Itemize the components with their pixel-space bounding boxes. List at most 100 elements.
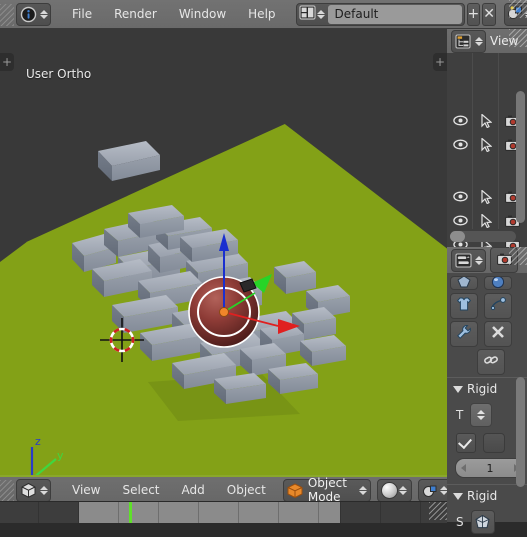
object-cube-icon <box>287 482 303 499</box>
screen-layout-icon <box>298 5 316 23</box>
outliner-menu-view[interactable]: View <box>486 32 522 50</box>
eye-icon[interactable] <box>447 133 473 156</box>
outliner-vertical-scrollbar[interactable] <box>516 91 525 223</box>
add-screen-button[interactable]: + <box>466 2 481 26</box>
eye-icon[interactable] <box>447 209 473 232</box>
blender-window: File Render Window Help Default + ✕ z y … <box>0 0 527 534</box>
properties-tab-link[interactable] <box>477 348 505 375</box>
editor-type-selector-outliner[interactable] <box>451 29 486 53</box>
secondary-toggle[interactable] <box>483 433 505 453</box>
interaction-mode-spinner[interactable] <box>358 482 367 499</box>
render-camera-icon <box>496 253 512 268</box>
cursor-arrow-icon[interactable] <box>473 185 499 208</box>
type-stepper[interactable] <box>470 403 493 427</box>
editor-type-selector-info[interactable] <box>16 2 51 26</box>
outliner-tree[interactable] <box>447 53 527 276</box>
interaction-mode-selector[interactable]: Object Mode <box>282 476 371 504</box>
material-sphere-icon <box>490 277 506 289</box>
viewport-shading-solid-icon <box>380 481 398 499</box>
scene-selector[interactable]: Scene <box>503 2 527 26</box>
info-editor-icon <box>19 6 38 23</box>
viewport-left-panel-tab[interactable]: + <box>0 53 14 71</box>
object-origin-dot <box>219 307 229 317</box>
viewport-shading-selector[interactable] <box>376 478 412 502</box>
panel-header-rigid-body-collision[interactable]: Rigid <box>447 484 527 507</box>
properties-tab-constraint[interactable] <box>483 320 512 347</box>
property-label-type: T <box>456 408 464 422</box>
view-header-corner-grip[interactable] <box>0 476 14 504</box>
decrement-arrow-icon[interactable] <box>461 464 466 472</box>
modifier-wrench-icon <box>456 324 472 343</box>
panel-header-rigid-body[interactable]: Rigid <box>447 377 527 400</box>
properties-tab-material[interactable] <box>483 276 512 290</box>
outliner-row[interactable] <box>447 209 527 232</box>
menu-help[interactable]: Help <box>237 4 286 24</box>
mass-value: 1 <box>486 461 494 475</box>
properties-tab-physics[interactable] <box>450 292 478 319</box>
delete-screen-button[interactable]: ✕ <box>482 2 496 26</box>
timeline-playhead[interactable] <box>129 502 132 523</box>
viewport-right-panel-tab[interactable]: + <box>433 53 447 71</box>
enabled-checkbox[interactable] <box>456 433 476 453</box>
editor-type-spinner[interactable] <box>39 6 48 23</box>
top-menu-bar: File Render Window Help <box>61 4 287 24</box>
particles-icon <box>490 296 506 315</box>
cursor-arrow-icon[interactable] <box>473 133 499 156</box>
link-chain-icon <box>483 352 499 371</box>
properties-editor-type-spinner[interactable] <box>474 252 483 269</box>
screen-layout-spinner[interactable] <box>317 6 326 23</box>
properties-tab-modifier[interactable] <box>450 320 478 347</box>
screen-layout-name[interactable]: Default <box>327 4 462 24</box>
view-editor-type-spinner[interactable] <box>39 482 48 499</box>
eye-icon[interactable] <box>447 109 473 132</box>
editor-type-selector-3dview[interactable] <box>16 478 51 502</box>
header-corner-grip[interactable] <box>0 0 14 28</box>
right-column: View Rigid T 1 Rigid S <box>447 29 527 534</box>
cursor-arrow-icon[interactable] <box>473 109 499 132</box>
3d-view-header: View Select Add Object Object Mode <box>0 475 474 504</box>
viewport-view-label: User Ortho <box>26 67 92 81</box>
outliner-editor[interactable]: View <box>447 29 527 276</box>
collision-shape-mesh-icon[interactable] <box>470 510 495 534</box>
panel-title: Rigid <box>467 489 498 503</box>
object-data-icon <box>456 277 472 289</box>
menu-window[interactable]: Window <box>168 4 237 24</box>
properties-header <box>447 247 527 273</box>
viewport-canvas[interactable]: z y x User Ortho (50) Sphere + + <box>0 29 447 475</box>
properties-tab-strip <box>449 275 519 376</box>
constraint-x-icon <box>490 324 506 343</box>
properties-tab-render[interactable] <box>490 247 518 273</box>
menu-object[interactable]: Object <box>216 480 277 500</box>
outliner-horizontal-scrollbar[interactable] <box>450 231 516 242</box>
3d-viewport[interactable]: z y x User Ortho (50) Sphere + + <box>0 29 447 475</box>
property-row-type: T <box>447 400 527 430</box>
editor-type-selector-properties[interactable] <box>451 248 486 272</box>
mass-number-field[interactable]: 1 <box>455 458 525 478</box>
svg-text:z: z <box>35 435 41 448</box>
viewport-shading-spinner[interactable] <box>399 482 408 499</box>
timeline-resize-grip[interactable] <box>429 502 447 520</box>
properties-tab-particles[interactable] <box>483 292 512 319</box>
scene-icon <box>507 5 524 23</box>
panel-title: Rigid <box>467 382 498 396</box>
properties-vertical-scrollbar[interactable] <box>516 377 525 487</box>
menu-add[interactable]: Add <box>171 480 216 500</box>
properties-editor[interactable]: Rigid T 1 Rigid S <box>447 247 527 534</box>
viewport-axis-gizmo: z y x <box>30 435 64 475</box>
timeline-strip[interactable] <box>0 501 447 523</box>
outliner-row[interactable] <box>447 133 527 156</box>
chevron-down-icon <box>453 385 463 393</box>
menu-file[interactable]: File <box>61 4 103 24</box>
screen-layout-selector[interactable]: Default <box>295 2 465 26</box>
menu-select[interactable]: Select <box>111 480 170 500</box>
eye-icon[interactable] <box>447 185 473 208</box>
outliner-header: View <box>447 29 527 53</box>
outliner-row[interactable] <box>447 109 527 132</box>
properties-tab-object-data[interactable] <box>450 276 478 290</box>
menu-render[interactable]: Render <box>103 4 168 24</box>
outliner-editor-type-spinner[interactable] <box>474 33 483 50</box>
menu-view[interactable]: View <box>61 480 111 500</box>
svg-text:y: y <box>57 449 64 462</box>
outliner-row[interactable] <box>447 185 527 208</box>
cursor-arrow-icon[interactable] <box>473 209 499 232</box>
